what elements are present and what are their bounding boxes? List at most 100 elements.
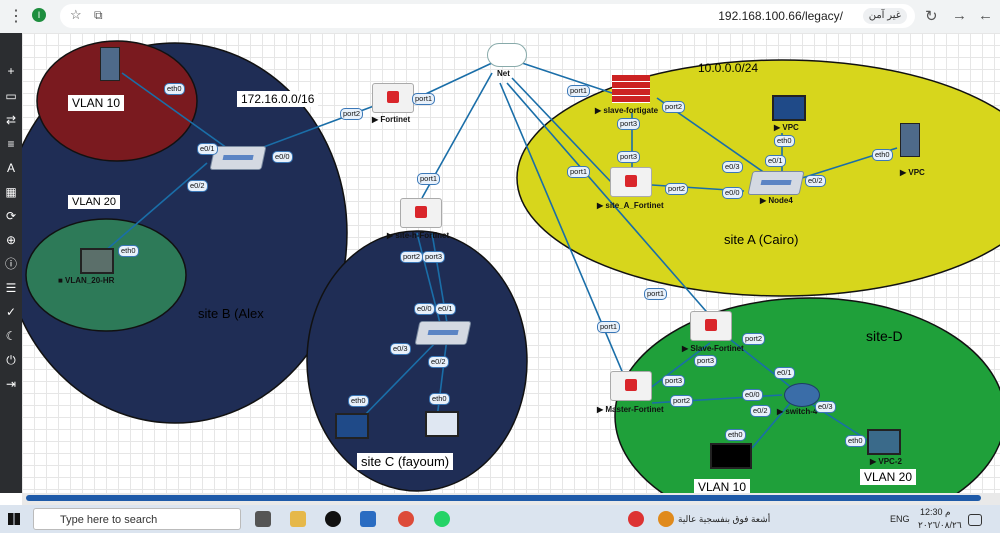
logout-icon[interactable]: ⇥ bbox=[3, 376, 19, 392]
zoom-icon[interactable]: ⊕ bbox=[3, 232, 19, 248]
weather-text: أشعة فوق بنفسجية عالية bbox=[678, 514, 771, 524]
clock-date[interactable]: ٢٠٢٦/٠٨/٢٦ bbox=[918, 520, 962, 531]
iface-label: port1 bbox=[567, 166, 591, 178]
clock-time[interactable]: 12:30 م bbox=[920, 507, 951, 518]
site-a-fortinet-icon[interactable] bbox=[610, 167, 652, 197]
tab-favicon[interactable]: I bbox=[32, 8, 46, 22]
menu-icon[interactable]: ⋮ bbox=[8, 6, 24, 26]
iface-label: e0/0 bbox=[742, 389, 763, 401]
iface-label: e0/3 bbox=[390, 343, 411, 355]
site-c-pc1-icon[interactable] bbox=[335, 413, 369, 439]
node4-switch-icon[interactable] bbox=[747, 171, 805, 195]
taskbar-search-input[interactable]: Type here to search bbox=[33, 508, 241, 530]
list-icon[interactable]: ≡ bbox=[3, 136, 19, 152]
site-h-label: ▶ site-h-Fortinet bbox=[387, 231, 450, 240]
chrome-icon[interactable] bbox=[398, 511, 414, 527]
iface-label: e0/2 bbox=[805, 175, 826, 187]
iface-label: port2 bbox=[670, 395, 694, 407]
chatgpt-icon[interactable] bbox=[325, 511, 341, 527]
slave-fortinet-icon[interactable] bbox=[690, 311, 732, 341]
windows-start-icon[interactable] bbox=[8, 513, 20, 525]
master-fortinet-label: ▶ Master-Fortinet bbox=[597, 405, 664, 414]
net-label: Net bbox=[497, 69, 510, 78]
info-icon[interactable]: ⓘ bbox=[3, 256, 19, 272]
site-b-subnet-label: 172.16.0.0/16 bbox=[237, 91, 319, 107]
node4-label: ▶ Node4 bbox=[760, 196, 793, 205]
iface-label: port1 bbox=[644, 288, 668, 300]
iface-label: e0/3 bbox=[722, 161, 743, 173]
connect-icon[interactable]: ⇄ bbox=[3, 112, 19, 128]
fortinet-label: ▶ Fortinet bbox=[372, 115, 411, 124]
site-a-subnet-label: 10.0.0.0/24 bbox=[698, 61, 759, 75]
iface-label: port2 bbox=[340, 108, 364, 120]
refresh-icon[interactable]: ⟳ bbox=[3, 208, 19, 224]
reload-icon[interactable]: ↻ bbox=[925, 7, 938, 25]
power-icon[interactable]: ⏻ bbox=[3, 352, 19, 368]
switch4-label: ▶ switch-4 bbox=[777, 407, 818, 416]
master-fortinet-icon[interactable] bbox=[610, 371, 652, 401]
bookmark-star-icon[interactable]: ☆ bbox=[70, 7, 82, 23]
vpc-a2-tower-icon[interactable] bbox=[900, 123, 920, 157]
iface-label: port2 bbox=[665, 183, 689, 195]
iface-label: port3 bbox=[694, 355, 718, 367]
moon-icon[interactable]: ☾ bbox=[3, 328, 19, 344]
net-cloud-icon[interactable] bbox=[487, 43, 527, 67]
extension-icon[interactable]: ⧉ bbox=[94, 8, 103, 23]
site-b-vlan20-label: VLAN 20 bbox=[68, 195, 121, 209]
iface-label: port3 bbox=[662, 375, 686, 387]
horizontal-scrollbar[interactable] bbox=[22, 493, 1000, 505]
url-text[interactable]: 192.168.100.66/legacy/ bbox=[718, 9, 843, 23]
kali-host-icon[interactable] bbox=[710, 443, 752, 469]
iface-label: e0/0 bbox=[414, 303, 435, 315]
iface-label: port3 bbox=[617, 151, 641, 163]
iface-label: e0/3 bbox=[815, 401, 836, 413]
site-b-vlan20-area bbox=[25, 218, 187, 332]
site-h-fortinet-icon[interactable] bbox=[400, 198, 442, 228]
iface-label: port2 bbox=[400, 251, 424, 263]
notification-icon[interactable] bbox=[968, 514, 982, 526]
task-view-icon[interactable] bbox=[255, 511, 271, 527]
iface-label: e0/1 bbox=[197, 143, 218, 155]
security-badge[interactable]: غير آمن bbox=[862, 8, 907, 24]
fortinet-firewall-icon[interactable] bbox=[372, 83, 414, 113]
vlan20-hr-label: ■ VLAN_20-HR bbox=[58, 276, 115, 285]
vpc-a1-monitor-icon[interactable] bbox=[772, 95, 806, 121]
iface-label: e0/2 bbox=[750, 405, 771, 417]
address-bar[interactable]: ☆ ⧉ 192.168.100.66/legacy/ غير آمن bbox=[60, 4, 915, 28]
language-indicator[interactable]: ENG bbox=[890, 514, 910, 524]
uv-weather-icon[interactable] bbox=[658, 511, 674, 527]
grid-icon[interactable]: ▦ bbox=[3, 184, 19, 200]
site-b-vlan10-label: VLAN 10 bbox=[68, 95, 125, 111]
site-c-switch-icon[interactable] bbox=[414, 321, 472, 345]
slave-fortigate-brick-icon[interactable] bbox=[612, 75, 650, 103]
site-c-pc2-icon[interactable] bbox=[425, 411, 459, 437]
iface-label: eth0 bbox=[872, 149, 893, 161]
app-icon[interactable] bbox=[360, 511, 376, 527]
iface-label: port2 bbox=[662, 101, 686, 113]
nodes-icon[interactable]: ▭ bbox=[3, 88, 19, 104]
slave-fortigate-label: ▶ slave-fortigate bbox=[595, 106, 659, 115]
topology-canvas[interactable]: Net VLAN 10 eth0 e0/1 e0/0 e0/2 172.16.0… bbox=[22, 33, 1000, 495]
iface-label: port1 bbox=[597, 321, 621, 333]
text-icon[interactable]: A bbox=[3, 160, 19, 176]
iface-label: e0/1 bbox=[435, 303, 456, 315]
site-d-vlan20-label: VLAN 20 bbox=[860, 469, 917, 485]
slave-fortinet-label: ▶ Slave-Fortinet bbox=[682, 344, 744, 353]
forward-icon[interactable]: → bbox=[952, 7, 967, 24]
add-icon[interactable]: + bbox=[3, 63, 19, 79]
back-icon[interactable]: ← bbox=[978, 7, 993, 24]
notes-icon[interactable]: ☰ bbox=[3, 280, 19, 296]
help-icon[interactable] bbox=[628, 511, 644, 527]
vpc2-linux-icon[interactable] bbox=[867, 429, 901, 455]
check-icon[interactable]: ✓ bbox=[3, 304, 19, 320]
site-d-label: site-D bbox=[866, 328, 903, 344]
scrollbar-thumb[interactable] bbox=[26, 495, 981, 501]
whatsapp-icon[interactable] bbox=[434, 511, 450, 527]
iface-label: e0/2 bbox=[428, 356, 449, 368]
iface-label: e0/0 bbox=[722, 187, 743, 199]
vlan10-server-icon[interactable] bbox=[100, 47, 120, 81]
iface-label: port1 bbox=[567, 85, 591, 97]
vlan20-hr-pc-icon[interactable] bbox=[80, 248, 114, 274]
site-b-switch-icon[interactable] bbox=[209, 146, 267, 170]
file-explorer-icon[interactable] bbox=[290, 511, 306, 527]
